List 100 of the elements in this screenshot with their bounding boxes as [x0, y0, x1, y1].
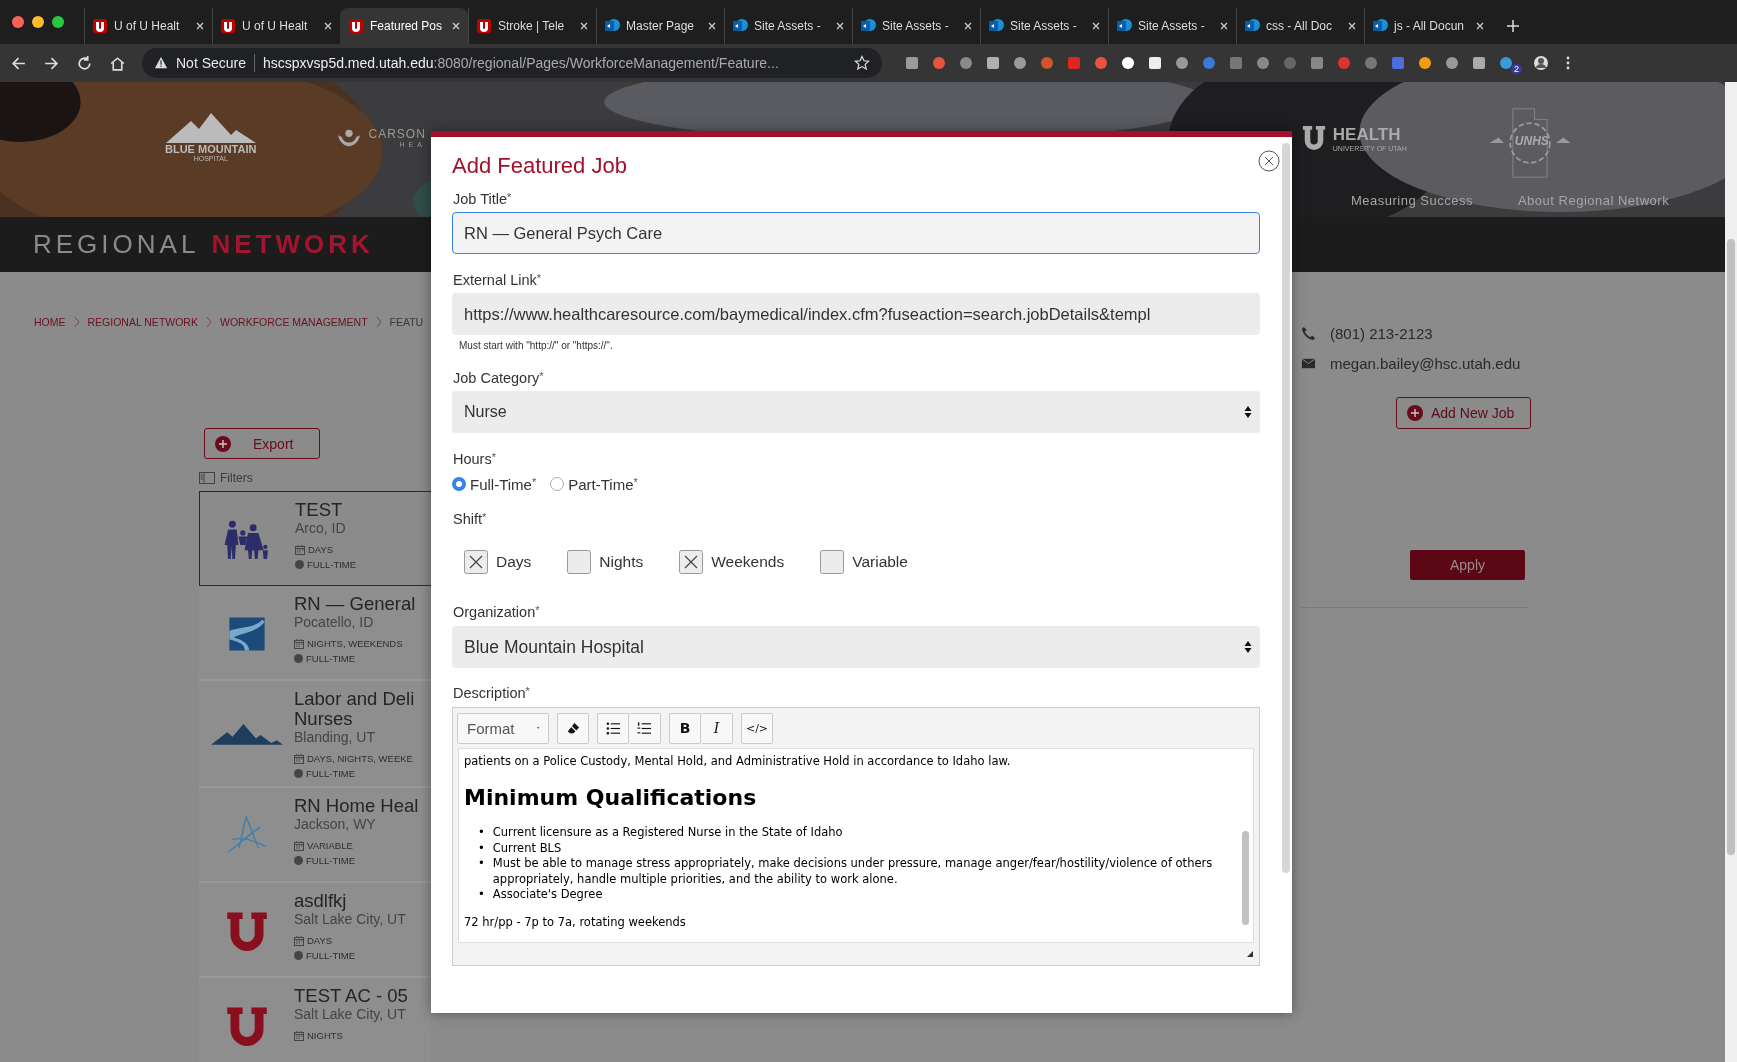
job-hours: FULL-TIME [306, 855, 356, 866]
nav-link[interactable]: Measuring Success [1351, 193, 1473, 208]
list-item: Current licensure as a Registered Nurse in the State of Idaho [492, 825, 844, 841]
job-location: Pocatello, ID [294, 614, 375, 630]
filter-panel-icon [199, 472, 215, 484]
radio-button[interactable] [550, 477, 565, 491]
clear-format-button[interactable] [557, 712, 589, 744]
bookmark-star-icon[interactable] [854, 55, 870, 71]
chevron-icon [375, 316, 382, 328]
field-hint: Must start with "http://" or "https://". [459, 340, 614, 352]
checkbox-label[interactable]: Nights [599, 553, 644, 571]
u-logo-icon [476, 18, 492, 34]
scrollbar-thumb[interactable] [1727, 239, 1735, 855]
list-item: Current BLS [492, 840, 563, 856]
field-label: Description* [453, 685, 531, 703]
job-location: Arco, ID [295, 520, 347, 536]
maximize-window-icon[interactable] [52, 16, 64, 28]
logo-text: BLUE MOUNTAIN [165, 142, 257, 155]
s-logo-icon [988, 18, 1004, 34]
breadcrumb-link[interactable]: WORKFORCE MANAGEMENT [219, 316, 368, 328]
status-dot-icon [294, 951, 303, 960]
job-title: TEST [295, 500, 344, 520]
job-list-item[interactable]: TEST Arco, ID DAYS FULL-TIME [199, 491, 431, 586]
updown-arrows-icon [1244, 405, 1252, 419]
format-dropdown[interactable]: Format [457, 712, 549, 744]
url-text: hscspxvsp5d.med.utah.edu:8080/regional/Pages/WorkforceManagement/Feature... [263, 55, 779, 71]
job-title-field[interactable]: RN — General Psych Care [452, 212, 1260, 254]
checkbox-label[interactable]: Variable [852, 553, 908, 571]
bold-button[interactable]: B [669, 712, 701, 744]
radio-button[interactable] [452, 477, 466, 491]
job-category-select[interactable]: Nurse [452, 391, 1260, 433]
close-icon[interactable] [1258, 150, 1280, 172]
job-location: Salt Lake City, UT [294, 911, 406, 927]
checkbox-label[interactable]: Days [496, 553, 532, 571]
field-label: Hours* [453, 451, 497, 469]
breadcrumb-link[interactable]: HOME [34, 316, 66, 328]
description-paragraph: 72 hr/pp - 7p to 7a, rotating weekends [464, 914, 687, 930]
browser-tab[interactable]: Featured Pos [340, 8, 468, 44]
s-logo-icon [860, 18, 876, 34]
job-title: Labor and Deli Nurses [294, 689, 415, 729]
source-code-button[interactable]: </> [741, 712, 773, 744]
reload-icon[interactable] [76, 54, 93, 72]
job-shifts: DAYS, NIGHTS, WEEKE [307, 753, 413, 764]
bullet-list-button[interactable] [597, 712, 629, 744]
breadcrumb-link[interactable]: REGIONAL NETWORK [87, 316, 198, 328]
checkbox-label[interactable]: Weekends [711, 553, 785, 571]
security-label: Not Secure [176, 55, 247, 71]
field-label: Organization* [453, 604, 541, 622]
calendar-icon [294, 840, 304, 851]
u-logo-icon [1300, 124, 1327, 152]
external-link-field[interactable]: https://www.healthcaresource.com/baymedical/index.cfm?fuseaction=search.jobDetails&templ [452, 293, 1260, 335]
plus-circle-icon [1407, 405, 1423, 421]
bullet: • [478, 856, 485, 872]
extension-icon[interactable] [985, 55, 1001, 71]
plus-circle-icon [215, 435, 231, 452]
address-bar[interactable]: Not Secure hscspxvsp5d.med.utah.edu:8080/regional/Pages/WorkforceManagement/Feature... [142, 48, 882, 78]
checkbox[interactable] [567, 550, 592, 574]
notification-badge: 2 [1511, 64, 1522, 74]
radio-label[interactable]: Part-Time* [568, 475, 638, 493]
organization-select[interactable]: Blue Mountain Hospital [452, 626, 1260, 668]
checkbox[interactable] [679, 550, 704, 574]
list-item: Associate's Degree [492, 887, 604, 903]
extension-icon[interactable] [1471, 55, 1487, 71]
s-logo-icon [1372, 18, 1388, 34]
job-title: RN Home Heal [294, 796, 419, 816]
new-tab-icon[interactable] [1506, 19, 1520, 33]
extension-icon[interactable] [1417, 55, 1433, 71]
numbered-list-icon [637, 720, 652, 736]
numbered-list-button[interactable] [629, 712, 661, 744]
extension-icon[interactable] [1147, 55, 1163, 71]
resize-grip-icon[interactable] [1247, 951, 1253, 957]
scrollbar-thumb[interactable] [1242, 831, 1249, 925]
job-title: TEST AC - 05 [294, 986, 408, 1006]
profile-avatar-icon[interactable] [1533, 55, 1549, 71]
status-dot-icon [294, 769, 303, 778]
italic-button[interactable]: I [701, 712, 733, 744]
close-window-icon[interactable] [12, 16, 24, 28]
email-link[interactable]: megan.bailey@hsc.utah.edu [1330, 354, 1521, 372]
calendar-icon [294, 638, 304, 649]
job-hours: FULL-TIME [306, 768, 356, 779]
u-logo-icon [348, 18, 364, 34]
radio-label[interactable]: Full-Time* [470, 475, 537, 493]
checkbox[interactable] [820, 550, 845, 574]
scrollbar-thumb[interactable] [1282, 143, 1290, 873]
s-logo-icon [604, 18, 620, 34]
minimize-window-icon[interactable] [32, 16, 44, 28]
extension-icon[interactable] [1120, 55, 1136, 71]
home-icon[interactable] [109, 54, 126, 72]
list-item: Must be able to manage stress appropriately, make decisions under pressure, manage anger/fear/hostility/violence of others appropriately, handle multiple priorities, and the ability to work alone. [492, 856, 1214, 887]
job-title: asdlfkj [294, 891, 348, 911]
logo-text: CARSON [368, 126, 426, 141]
u-logo-icon [92, 18, 108, 34]
export-button[interactable]: Export [204, 428, 320, 459]
mountain-icon [210, 721, 283, 746]
add-new-job-button[interactable]: Add New Job [1396, 397, 1531, 429]
apply-button[interactable]: Apply [1410, 550, 1525, 580]
checkbox[interactable] [464, 550, 488, 574]
job-shifts: DAYS [307, 935, 333, 946]
s-logo-icon [1116, 18, 1132, 34]
bullet-list-icon [605, 720, 621, 736]
